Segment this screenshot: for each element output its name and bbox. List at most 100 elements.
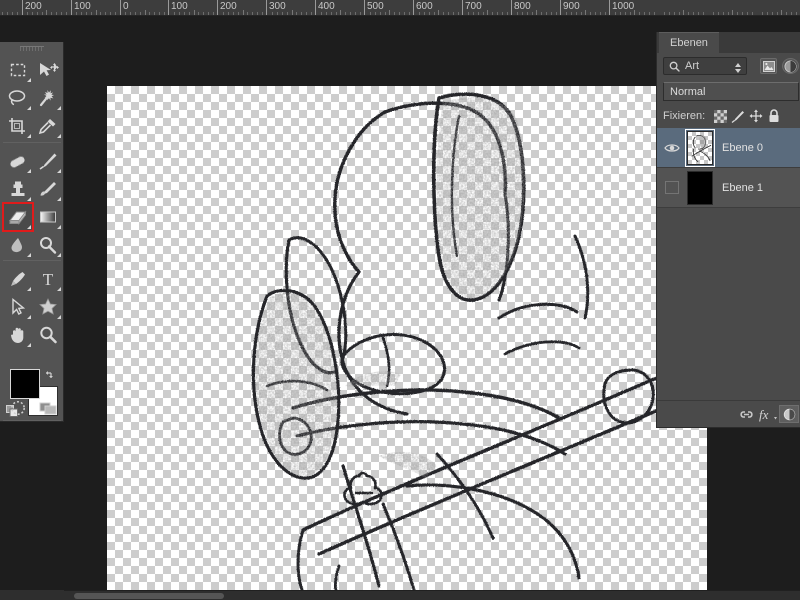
tool-flyout-indicator xyxy=(57,134,61,138)
panel-scrollbar[interactable] xyxy=(796,128,800,398)
ruler-label: 0 xyxy=(123,1,129,12)
panel-grip[interactable] xyxy=(20,46,44,51)
ruler-label: 900 xyxy=(563,1,580,12)
tool-flyout-indicator xyxy=(27,78,31,82)
svg-text:T: T xyxy=(43,270,54,289)
tool-flyout-indicator xyxy=(27,315,31,319)
layer-list[interactable]: Ebene 0 Ebene 1 xyxy=(657,128,800,398)
tool-path-selection[interactable] xyxy=(3,293,33,321)
artwork-sketch xyxy=(251,92,707,600)
tool-magic-wand[interactable] xyxy=(33,84,63,112)
toolbar-divider xyxy=(3,260,61,261)
tools-panel[interactable]: T xyxy=(0,42,64,422)
tool-flyout-indicator xyxy=(27,287,31,291)
layer-visibility-toggle[interactable] xyxy=(657,128,687,168)
tool-gradient[interactable] xyxy=(33,203,63,231)
tab-ebenen[interactable]: Ebenen xyxy=(659,32,719,53)
tool-blur[interactable] xyxy=(3,231,33,259)
quick-mask-button[interactable] xyxy=(3,394,33,422)
lock-position-icon[interactable] xyxy=(747,108,765,124)
ruler-label: 100 xyxy=(171,1,188,12)
tool-flyout-indicator xyxy=(57,106,61,110)
layer-thumbnail[interactable] xyxy=(687,170,713,205)
swap-colors-icon[interactable] xyxy=(44,368,56,386)
lock-transparent-pixels-icon[interactable] xyxy=(711,108,729,124)
horizontal-ruler: 200 100 0 100 200 300 400 500 600 700 800 900 1000 xyxy=(0,0,800,16)
lock-image-pixels-icon[interactable] xyxy=(729,108,747,124)
layers-panel[interactable]: Ebenen Art Normal Fixieren: Ebene 0 Eben… xyxy=(656,32,800,428)
workspace: T Ebenen Art Normal Fixieren: Ebene 0 Eb… xyxy=(0,16,800,600)
tool-flyout-indicator xyxy=(57,287,61,291)
blend-mode-row[interactable]: Normal xyxy=(657,79,800,105)
filter-kind-label: Art xyxy=(685,60,700,72)
add-adjustment-icon[interactable] xyxy=(779,405,799,423)
eye-off-icon xyxy=(665,181,679,194)
layer-name: Ebene 1 xyxy=(722,181,763,194)
toolbar-divider xyxy=(3,142,61,143)
ruler-label: 100 xyxy=(74,1,91,12)
canvas[interactable] xyxy=(107,86,707,600)
layer-row-ebene-1[interactable]: Ebene 1 xyxy=(657,168,800,208)
fx-icon[interactable]: fx xyxy=(757,403,779,425)
tool-flyout-indicator xyxy=(27,106,31,110)
svg-text:fx: fx xyxy=(759,407,769,422)
ruler-label: 300 xyxy=(269,1,286,12)
tool-healing-brush[interactable] xyxy=(3,147,33,175)
eye-icon xyxy=(664,143,680,152)
photoshop-window: 200 100 0 100 200 300 400 500 600 700 800 900 1000 xyxy=(0,0,800,600)
lock-label: Fixieren: xyxy=(663,110,706,122)
ruler-label: 800 xyxy=(514,1,531,12)
tool-flyout-indicator xyxy=(57,315,61,319)
ruler-label: 500 xyxy=(367,1,384,12)
ruler-label: 400 xyxy=(318,1,335,12)
ruler-label: 600 xyxy=(416,1,433,12)
tool-lasso[interactable] xyxy=(3,84,33,112)
ruler-label: 700 xyxy=(465,1,482,12)
tool-clone-stamp[interactable] xyxy=(3,175,33,203)
tool-crop[interactable] xyxy=(3,112,33,140)
horizontal-scrollbar[interactable] xyxy=(64,590,800,600)
tool-zoom[interactable] xyxy=(33,321,63,349)
tool-flyout-indicator xyxy=(57,225,61,229)
layer-thumbnail[interactable] xyxy=(685,128,715,167)
tool-history-brush[interactable] xyxy=(33,175,63,203)
panel-tabbar: Ebenen xyxy=(657,32,800,53)
tool-flyout-indicator xyxy=(27,134,31,138)
layers-footer-toolbar[interactable]: fx xyxy=(657,400,800,427)
tool-flyout-indicator xyxy=(27,343,31,347)
tool-eyedropper[interactable] xyxy=(33,112,63,140)
tool-pen[interactable] xyxy=(3,265,33,293)
blend-mode-dropdown[interactable]: Normal xyxy=(663,82,799,101)
link-layers-icon[interactable] xyxy=(735,403,757,425)
tool-flyout-indicator xyxy=(57,197,61,201)
adjustment-filter-icon[interactable] xyxy=(782,58,799,74)
tool-custom-shape[interactable] xyxy=(33,293,63,321)
layer-filter-row[interactable]: Art xyxy=(657,53,800,79)
tool-flyout-indicator xyxy=(57,169,61,173)
layer-visibility-toggle[interactable] xyxy=(657,168,687,208)
blend-mode-value: Normal xyxy=(670,85,706,98)
filter-kind-dropdown[interactable]: Art xyxy=(663,57,747,75)
lock-row[interactable]: Fixieren: xyxy=(657,105,800,127)
tool-dodge[interactable] xyxy=(33,231,63,259)
ruler-label: 200 xyxy=(25,1,42,12)
layer-row-ebene-0[interactable]: Ebene 0 xyxy=(657,128,800,168)
ruler-label: 1000 xyxy=(612,1,635,12)
tool-flyout-indicator xyxy=(27,253,31,257)
tool-flyout-indicator xyxy=(27,197,31,201)
tool-type[interactable]: T xyxy=(33,265,63,293)
pixel-filter-icon[interactable] xyxy=(760,58,777,74)
tool-move[interactable] xyxy=(33,56,63,84)
tool-eraser[interactable] xyxy=(2,202,34,232)
tool-flyout-indicator xyxy=(57,253,61,257)
tool-rectangular-marquee[interactable] xyxy=(3,56,33,84)
tool-flyout-indicator xyxy=(27,169,31,173)
tool-brush[interactable] xyxy=(33,147,63,175)
tool-hand[interactable] xyxy=(3,321,33,349)
screen-mode-button[interactable] xyxy=(33,394,63,422)
bottom-left-corner xyxy=(0,590,64,600)
search-icon xyxy=(669,61,680,72)
lock-all-icon[interactable] xyxy=(765,108,783,124)
tool-flyout-indicator xyxy=(27,225,31,229)
scrollbar-thumb[interactable] xyxy=(74,593,224,599)
